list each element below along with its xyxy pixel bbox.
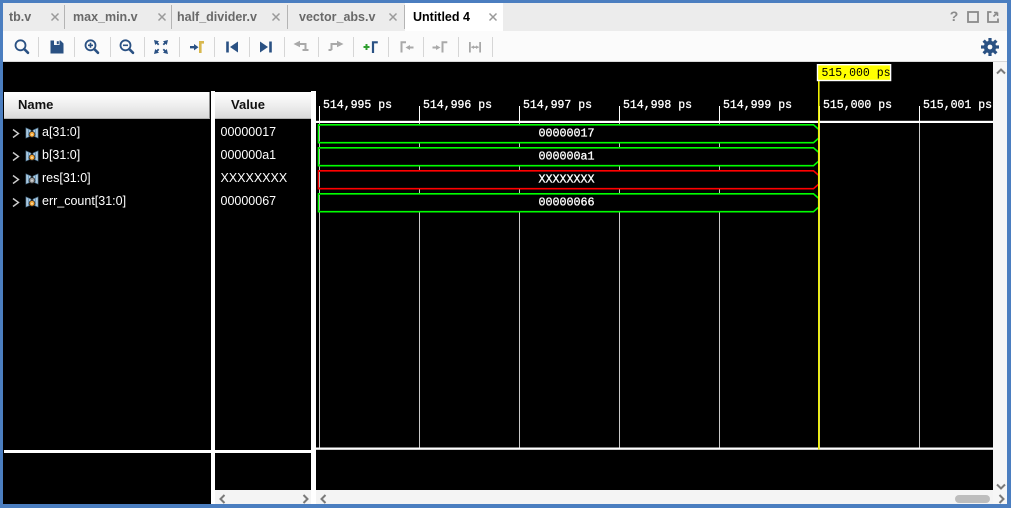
- svg-text:XXXXXXXX: XXXXXXXX: [538, 173, 594, 187]
- svg-text:514,998 ps: 514,998 ps: [623, 99, 692, 112]
- svg-text:514,999 ps: 514,999 ps: [723, 99, 792, 112]
- svg-text:515,000 ps: 515,000 ps: [823, 99, 892, 112]
- svg-text:00000017: 00000017: [538, 127, 594, 141]
- svg-text:000000a1: 000000a1: [538, 150, 594, 164]
- svg-text:514,995 ps: 514,995 ps: [323, 99, 392, 112]
- svg-text:514,997 ps: 514,997 ps: [523, 99, 592, 112]
- svg-text:515,000 ps: 515,000 ps: [822, 67, 891, 80]
- svg-text:514,996 ps: 514,996 ps: [423, 99, 492, 112]
- svg-text:00000066: 00000066: [538, 196, 594, 210]
- svg-text:515,001 ps: 515,001 ps: [923, 99, 992, 112]
